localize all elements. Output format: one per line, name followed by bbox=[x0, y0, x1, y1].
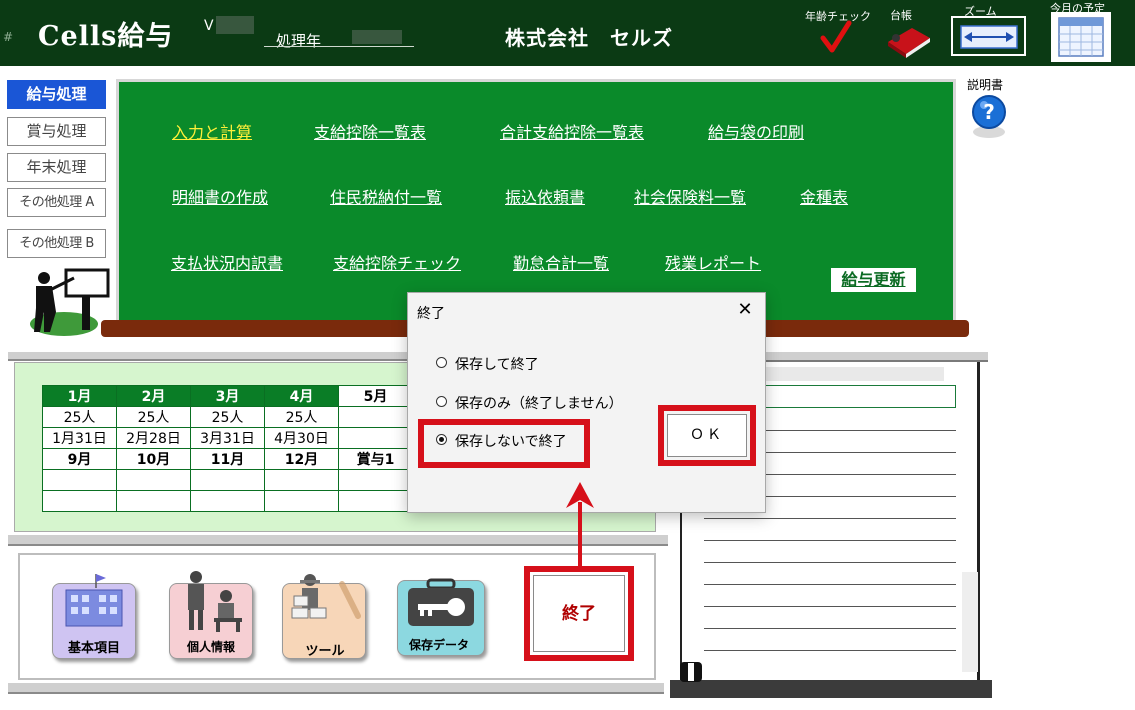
pay-date-cell bbox=[338, 427, 413, 449]
menu-social-insurance-list[interactable]: 社会保険料一覧 bbox=[634, 184, 746, 208]
manual-label: 説明書 bbox=[967, 78, 1004, 92]
headcount-cell: 25人 bbox=[264, 406, 339, 428]
menu-print-pay-envelope[interactable]: 給与袋の印刷 bbox=[708, 119, 804, 143]
headcount-cell: 25人 bbox=[116, 406, 191, 428]
notebook-knob-highlight bbox=[688, 663, 694, 681]
key-briefcase-icon bbox=[408, 578, 474, 626]
processing-year-label: 処理年 bbox=[276, 32, 322, 50]
month-cell[interactable]: 2月 bbox=[116, 385, 191, 407]
ledger-book-icon[interactable] bbox=[882, 22, 934, 58]
app-title: Cells給与 bbox=[38, 21, 174, 52]
notes-scrollbar[interactable] bbox=[962, 572, 978, 672]
nav-other-processing-b[interactable]: その他処理 B bbox=[7, 229, 106, 258]
hash-mark: # bbox=[3, 30, 14, 44]
menu-payment-deduction-list[interactable]: 支給控除一覧表 bbox=[314, 119, 426, 143]
pay-date-cell: 4月30日 bbox=[264, 427, 339, 449]
note-line[interactable] bbox=[704, 650, 956, 651]
close-icon[interactable]: ✕ bbox=[734, 299, 756, 321]
note-line[interactable] bbox=[704, 628, 956, 629]
empty-cell bbox=[338, 490, 413, 512]
month-cell[interactable]: 3月 bbox=[190, 385, 265, 407]
menu-denomination-table[interactable]: 金種表 bbox=[800, 184, 848, 208]
empty-cell bbox=[264, 490, 339, 512]
radio-save-only[interactable] bbox=[436, 396, 447, 407]
personal-info-label: 個人情報 bbox=[186, 640, 235, 654]
pay-date-cell: 2月28日 bbox=[116, 427, 191, 449]
menu-overtime-report[interactable]: 残業レポート bbox=[665, 250, 761, 274]
menu-resident-tax-list[interactable]: 住民税納付一覧 bbox=[330, 184, 442, 208]
menu-payment-status-breakdown[interactable]: 支払状況内訳書 bbox=[171, 250, 283, 274]
empty-cell bbox=[190, 490, 265, 512]
headcount-cell bbox=[338, 406, 413, 428]
ok-button[interactable]: ＯＫ bbox=[667, 414, 747, 457]
note-line[interactable] bbox=[704, 518, 956, 519]
saved-data-label: 保存データ bbox=[408, 638, 469, 652]
zoom-arrows-icon bbox=[960, 25, 1018, 49]
month-cell[interactable]: 4月 bbox=[264, 385, 339, 407]
headcount-cell: 25人 bbox=[190, 406, 265, 428]
checkmark-icon[interactable] bbox=[820, 20, 852, 54]
people-icon bbox=[188, 571, 242, 632]
month-cell[interactable]: 9月 bbox=[42, 448, 117, 470]
menu-create-statement[interactable]: 明細書の作成 bbox=[172, 184, 268, 208]
empty-cell bbox=[190, 469, 265, 491]
empty-cell bbox=[264, 469, 339, 491]
note-line[interactable] bbox=[704, 584, 956, 585]
bonus-cell[interactable]: 賞与1 bbox=[338, 448, 413, 470]
exit-button[interactable]: 終了 bbox=[533, 575, 625, 652]
note-line[interactable] bbox=[704, 540, 956, 541]
menu-attendance-total-list[interactable]: 勤怠合計一覧 bbox=[513, 250, 609, 274]
empty-cell bbox=[116, 490, 191, 512]
ledger-label: 台帳 bbox=[890, 9, 912, 22]
radio-exit-without-saving[interactable] bbox=[436, 434, 447, 445]
menu-total-payment-deduction-list[interactable]: 合計支給控除一覧表 bbox=[500, 119, 644, 143]
note-line[interactable] bbox=[704, 606, 956, 607]
processing-year-underline bbox=[264, 46, 414, 47]
option-save-only[interactable]: 保存のみ（終了しません） bbox=[455, 393, 623, 413]
empty-cell bbox=[42, 490, 117, 512]
headcount-cell: 25人 bbox=[42, 406, 117, 428]
nav-year-end-processing[interactable]: 年末処理 bbox=[7, 153, 106, 182]
version-redacted bbox=[216, 16, 254, 34]
tool-panel-rail bbox=[8, 683, 664, 694]
empty-cell bbox=[338, 469, 413, 491]
dialog-title: 終了 bbox=[417, 306, 445, 322]
version-label: V bbox=[204, 18, 214, 34]
calendar-icon[interactable] bbox=[1051, 12, 1111, 62]
basic-items-label: 基本項目 bbox=[67, 641, 120, 656]
notes-redacted-header bbox=[766, 367, 944, 381]
menu-payment-deduction-check[interactable]: 支給控除チェック bbox=[333, 250, 461, 274]
note-line[interactable] bbox=[704, 562, 956, 563]
menu-input-and-calculation[interactable]: 入力と計算 bbox=[172, 119, 252, 143]
pay-date-cell: 3月31日 bbox=[190, 427, 265, 449]
pay-date-cell: 1月31日 bbox=[42, 427, 117, 449]
month-cell[interactable]: 5月 bbox=[338, 385, 413, 407]
svg-text:?: ? bbox=[983, 100, 995, 124]
presenter-illustration bbox=[30, 268, 110, 336]
tools-label: ツール bbox=[305, 644, 345, 659]
empty-cell bbox=[42, 469, 117, 491]
nav-bonus-processing[interactable]: 賞与処理 bbox=[7, 117, 106, 146]
building-icon bbox=[65, 574, 123, 627]
company-name: 株式会社 セルズ bbox=[505, 26, 673, 50]
empty-cell bbox=[116, 469, 191, 491]
payroll-month-table: 1月 2月 3月 4月 5月 25人 25人 25人 25人 1月31日 2月2… bbox=[42, 385, 413, 512]
worker-tools-icon bbox=[291, 574, 361, 619]
processing-year-redacted bbox=[352, 30, 402, 44]
month-cell[interactable]: 10月 bbox=[116, 448, 191, 470]
nav-other-processing-a[interactable]: その他処理 A bbox=[7, 188, 106, 217]
radio-save-and-exit[interactable] bbox=[436, 357, 447, 368]
help-icon[interactable]: ? bbox=[969, 92, 1009, 140]
month-cell[interactable]: 1月 bbox=[42, 385, 117, 407]
month-cell[interactable]: 11月 bbox=[190, 448, 265, 470]
option-exit-without-saving[interactable]: 保存しないで終了 bbox=[455, 431, 567, 451]
red-arrow-annotation bbox=[566, 482, 594, 566]
notebook-bottom-rail bbox=[670, 680, 992, 698]
payroll-update-button[interactable]: 給与更新 bbox=[831, 268, 916, 292]
option-save-and-exit[interactable]: 保存して終了 bbox=[455, 354, 539, 374]
nav-payroll-processing[interactable]: 給与処理 bbox=[7, 80, 106, 109]
month-cell[interactable]: 12月 bbox=[264, 448, 339, 470]
menu-transfer-request[interactable]: 振込依頼書 bbox=[505, 184, 585, 208]
